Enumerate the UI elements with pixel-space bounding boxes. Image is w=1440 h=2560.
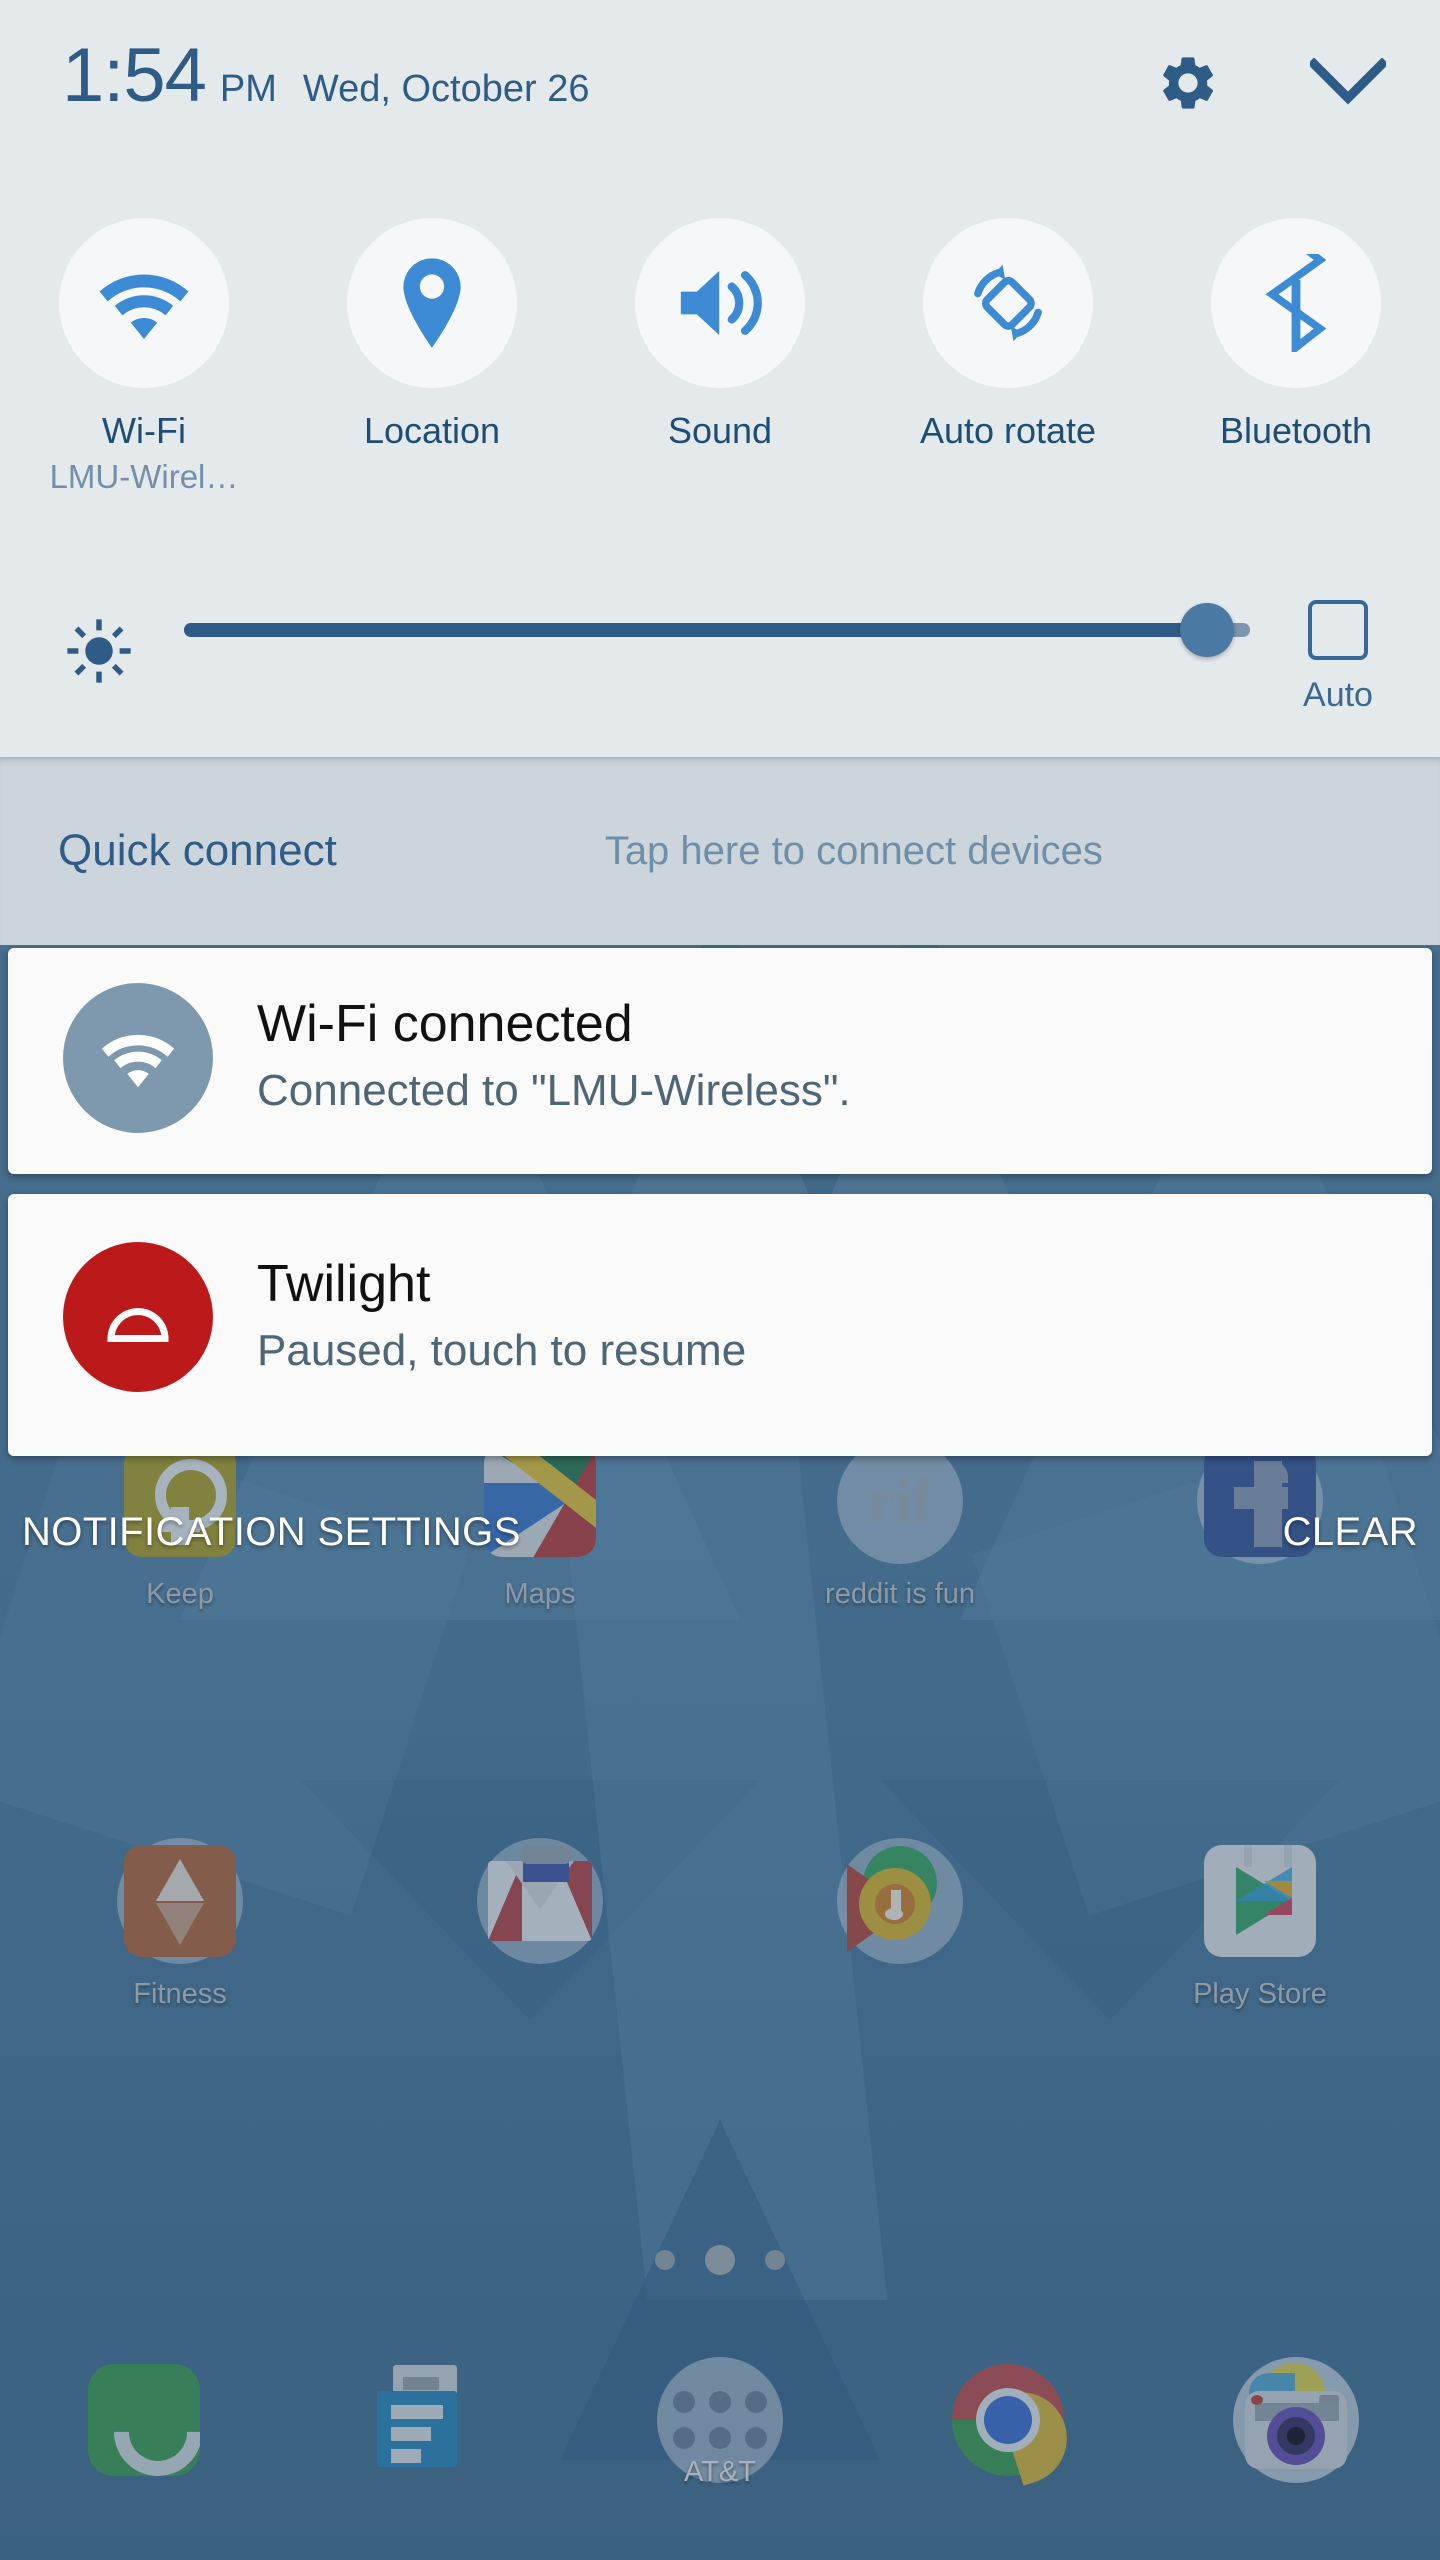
quick-toggle-label: Location: [363, 410, 501, 451]
clock-ampm: PM: [219, 68, 277, 110]
notification-body: Connected to "LMU-Wireless".: [257, 1066, 851, 1116]
notification-twilight[interactable]: Twilight Paused, touch to resume: [8, 1194, 1432, 1456]
wifi-icon: [63, 983, 213, 1133]
auto-brightness-label: Auto: [1303, 676, 1373, 714]
quick-settings-panel: 1:54 PM Wed, October 26 Wi-Fi LMU-Wirel……: [0, 0, 1440, 757]
quick-toggle-label: Bluetooth: [1219, 410, 1373, 451]
twilight-dome-icon: [63, 1242, 213, 1392]
quick-connect-hint: Tap here to connect devices: [604, 828, 1103, 873]
clock-time: 1:54: [62, 33, 207, 118]
quick-toggle-row: Wi-Fi LMU-Wirel… Location Sound Auto rot…: [0, 218, 1440, 496]
wifi-icon: [59, 218, 229, 388]
notification-text: Twilight Paused, touch to resume: [257, 1256, 746, 1376]
quick-toggle-wifi[interactable]: Wi-Fi LMU-Wirel…: [0, 218, 288, 496]
notification-text: Wi-Fi connected Connected to "LMU-Wirele…: [257, 996, 851, 1116]
quick-toggle-label: Sound: [667, 410, 773, 451]
date-label: Wed, October 26: [302, 68, 590, 110]
quick-toggle-bluetooth[interactable]: Bluetooth: [1152, 218, 1440, 496]
quick-connect-title: Quick connect: [58, 826, 337, 875]
notification-title: Twilight: [257, 1255, 431, 1313]
brightness-row: Auto: [60, 596, 1400, 714]
chevron-down-icon[interactable]: [1310, 58, 1386, 108]
notification-settings-button[interactable]: NOTIFICATION SETTINGS: [22, 1510, 521, 1555]
android-notification-shade: Keep Maps rif reddit is fun Fitness Play…: [0, 0, 1440, 2560]
brightness-slider[interactable]: [184, 596, 1250, 664]
sound-speaker-icon: [635, 218, 805, 388]
auto-brightness-checkbox[interactable]: [1308, 600, 1368, 660]
notification-action-row: NOTIFICATION SETTINGS CLEAR: [0, 1490, 1440, 1574]
quick-toggle-label: Wi-Fi: [102, 410, 186, 451]
brightness-sun-icon[interactable]: [60, 596, 138, 684]
bluetooth-icon: [1211, 218, 1381, 388]
notification-title: Wi-Fi connected: [257, 995, 633, 1053]
location-pin-icon: [347, 218, 517, 388]
quick-toggle-auto-rotate[interactable]: Auto rotate: [864, 218, 1152, 496]
slider-thumb[interactable]: [1180, 603, 1235, 657]
auto-brightness-toggle[interactable]: Auto: [1276, 596, 1400, 715]
auto-rotate-icon: [923, 218, 1093, 388]
quick-toggle-sublabel: LMU-Wirel…: [49, 457, 239, 495]
status-bar: 1:54 PM Wed, October 26: [62, 38, 1386, 128]
quick-toggle-sound[interactable]: Sound: [576, 218, 864, 496]
quick-connect-bar[interactable]: Quick connect Tap here to connect device…: [0, 757, 1440, 945]
notification-wifi[interactable]: Wi-Fi connected Connected to "LMU-Wirele…: [8, 948, 1432, 1174]
quick-toggle-location[interactable]: Location: [288, 218, 576, 496]
gear-icon[interactable]: [1156, 51, 1220, 115]
clear-notifications-button[interactable]: CLEAR: [1283, 1510, 1418, 1555]
notification-body: Paused, touch to resume: [257, 1326, 747, 1376]
slider-fill: [184, 623, 1208, 637]
quick-toggle-label: Auto rotate: [919, 410, 1097, 451]
